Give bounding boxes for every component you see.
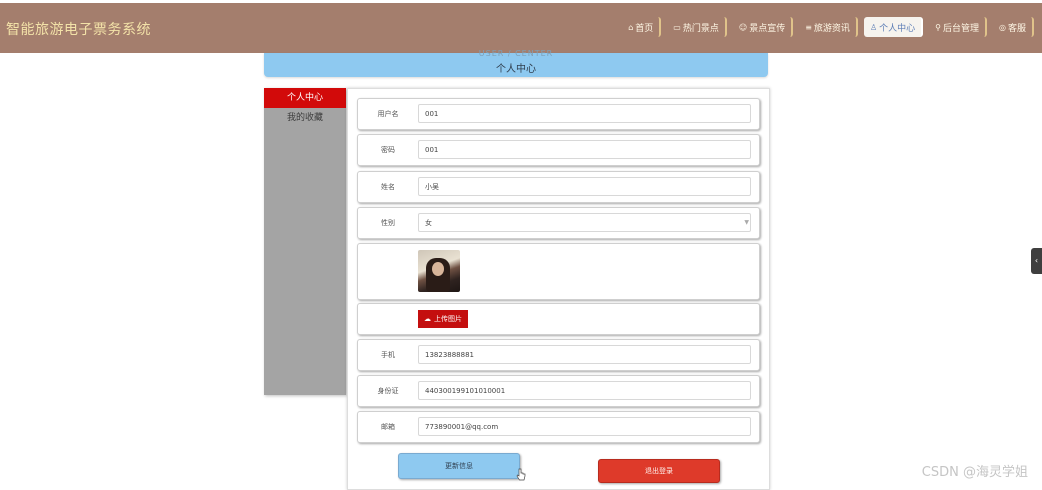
phone-label: 手机 [381,351,395,359]
username-label: 用户名 [377,110,399,118]
support-icon: ◎ [999,22,1006,32]
sidebar-item-personal-center[interactable]: 个人中心 [264,88,346,108]
sidebar-item-favorites[interactable]: 我的收藏 [264,108,346,128]
ticket-icon: ▭ [673,22,681,32]
nav-personal-center[interactable]: ♙ 个人中心 [863,17,924,37]
home-icon: ⌂ [628,22,634,32]
nav-home-label: 首页 [635,23,654,34]
avatar-face [432,262,444,276]
nav-news-label: 旅游资讯 [813,23,850,34]
idcard-label: 身份证 [377,387,399,395]
gender-label: 性别 [381,219,395,227]
user-icon: ♙ [869,22,878,32]
idcard-input[interactable]: 440300199101010001 [418,381,751,400]
pointer-cursor-icon [516,468,526,481]
app-title: 智能旅游电子票务系统 [6,22,151,38]
gender-select-value: 女 [425,219,432,227]
nav-news[interactable]: ≡ 旅游资讯 [799,17,858,37]
nav-home[interactable]: ⌂ 首页 [622,17,662,37]
nav-promotion-label: 景点宣传 [749,23,786,34]
form-row-gender: 性别 女 ▼ [357,207,760,239]
logout-button[interactable]: 退出登录 [598,459,720,483]
phone-input[interactable]: 13823888881 [418,345,751,364]
password-label: 密码 [381,146,395,154]
chevron-left-icon: ‹ [1034,256,1039,265]
nav-promotion[interactable]: ☺ 景点宣传 [733,17,794,37]
name-label: 姓名 [381,183,395,191]
nav-admin[interactable]: ⚲ 后台管理 [929,17,987,37]
header-subtitle: USER / CENTER [478,49,554,58]
nav-personal-center-label: 个人中心 [879,23,916,34]
top-navigation-bar: 智能旅游电子票务系统 ⌂ 首页 ▭ 热门景点 ☺ 景点宣传 ≡ 旅游资讯 ♙ 个… [0,3,1042,53]
update-info-button[interactable]: 更新信息 [398,453,520,479]
username-input[interactable]: 001 [418,104,751,123]
smile-icon: ☺ [738,22,748,32]
page-title: 个人中心 [496,64,536,75]
nav-hot-attractions-label: 热门景点 [682,23,719,34]
upload-image-label: 上传图片 [434,315,462,323]
avatar [418,250,460,292]
main-nav: ⌂ 首页 ▭ 热门景点 ☺ 景点宣传 ≡ 旅游资讯 ♙ 个人中心 ⚲ 后台管理 … [622,17,1034,37]
nav-hot-attractions[interactable]: ▭ 热门景点 [667,17,727,37]
form-row-upload: ☁ 上传图片 [357,303,760,335]
upload-image-button[interactable]: ☁ 上传图片 [418,310,468,328]
email-label: 邮箱 [381,423,395,431]
form-row-avatar [357,243,760,300]
form-row-email: 邮箱 773890001@qq.com [357,411,760,443]
sidebar: 个人中心 我的收藏 [264,88,346,395]
side-drawer-toggle[interactable]: ‹ [1031,248,1042,274]
gender-select[interactable]: 女 [418,213,751,232]
nav-admin-label: 后台管理 [942,23,979,34]
name-input[interactable]: 小吴 [418,177,751,196]
form-row-name: 姓名 小吴 [357,171,760,203]
form-row-password: 密码 001 [357,134,760,166]
nav-support[interactable]: ◎ 客服 [993,17,1034,37]
cloud-upload-icon: ☁ [424,315,431,323]
chevron-down-icon: ▼ [744,219,749,226]
password-input[interactable]: 001 [418,140,751,159]
form-row-idcard: 身份证 440300199101010001 [357,375,760,407]
link-icon: ⚲ [935,22,941,32]
watermark: CSDN @海灵学姐 [921,465,1028,480]
nav-support-label: 客服 [1007,23,1026,34]
form-row-username: 用户名 001 [357,98,760,130]
email-input[interactable]: 773890001@qq.com [418,417,751,436]
list-icon: ≡ [805,22,812,32]
page-header-banner: USER / CENTER 个人中心 [264,49,768,77]
form-row-phone: 手机 13823888881 [357,339,760,371]
